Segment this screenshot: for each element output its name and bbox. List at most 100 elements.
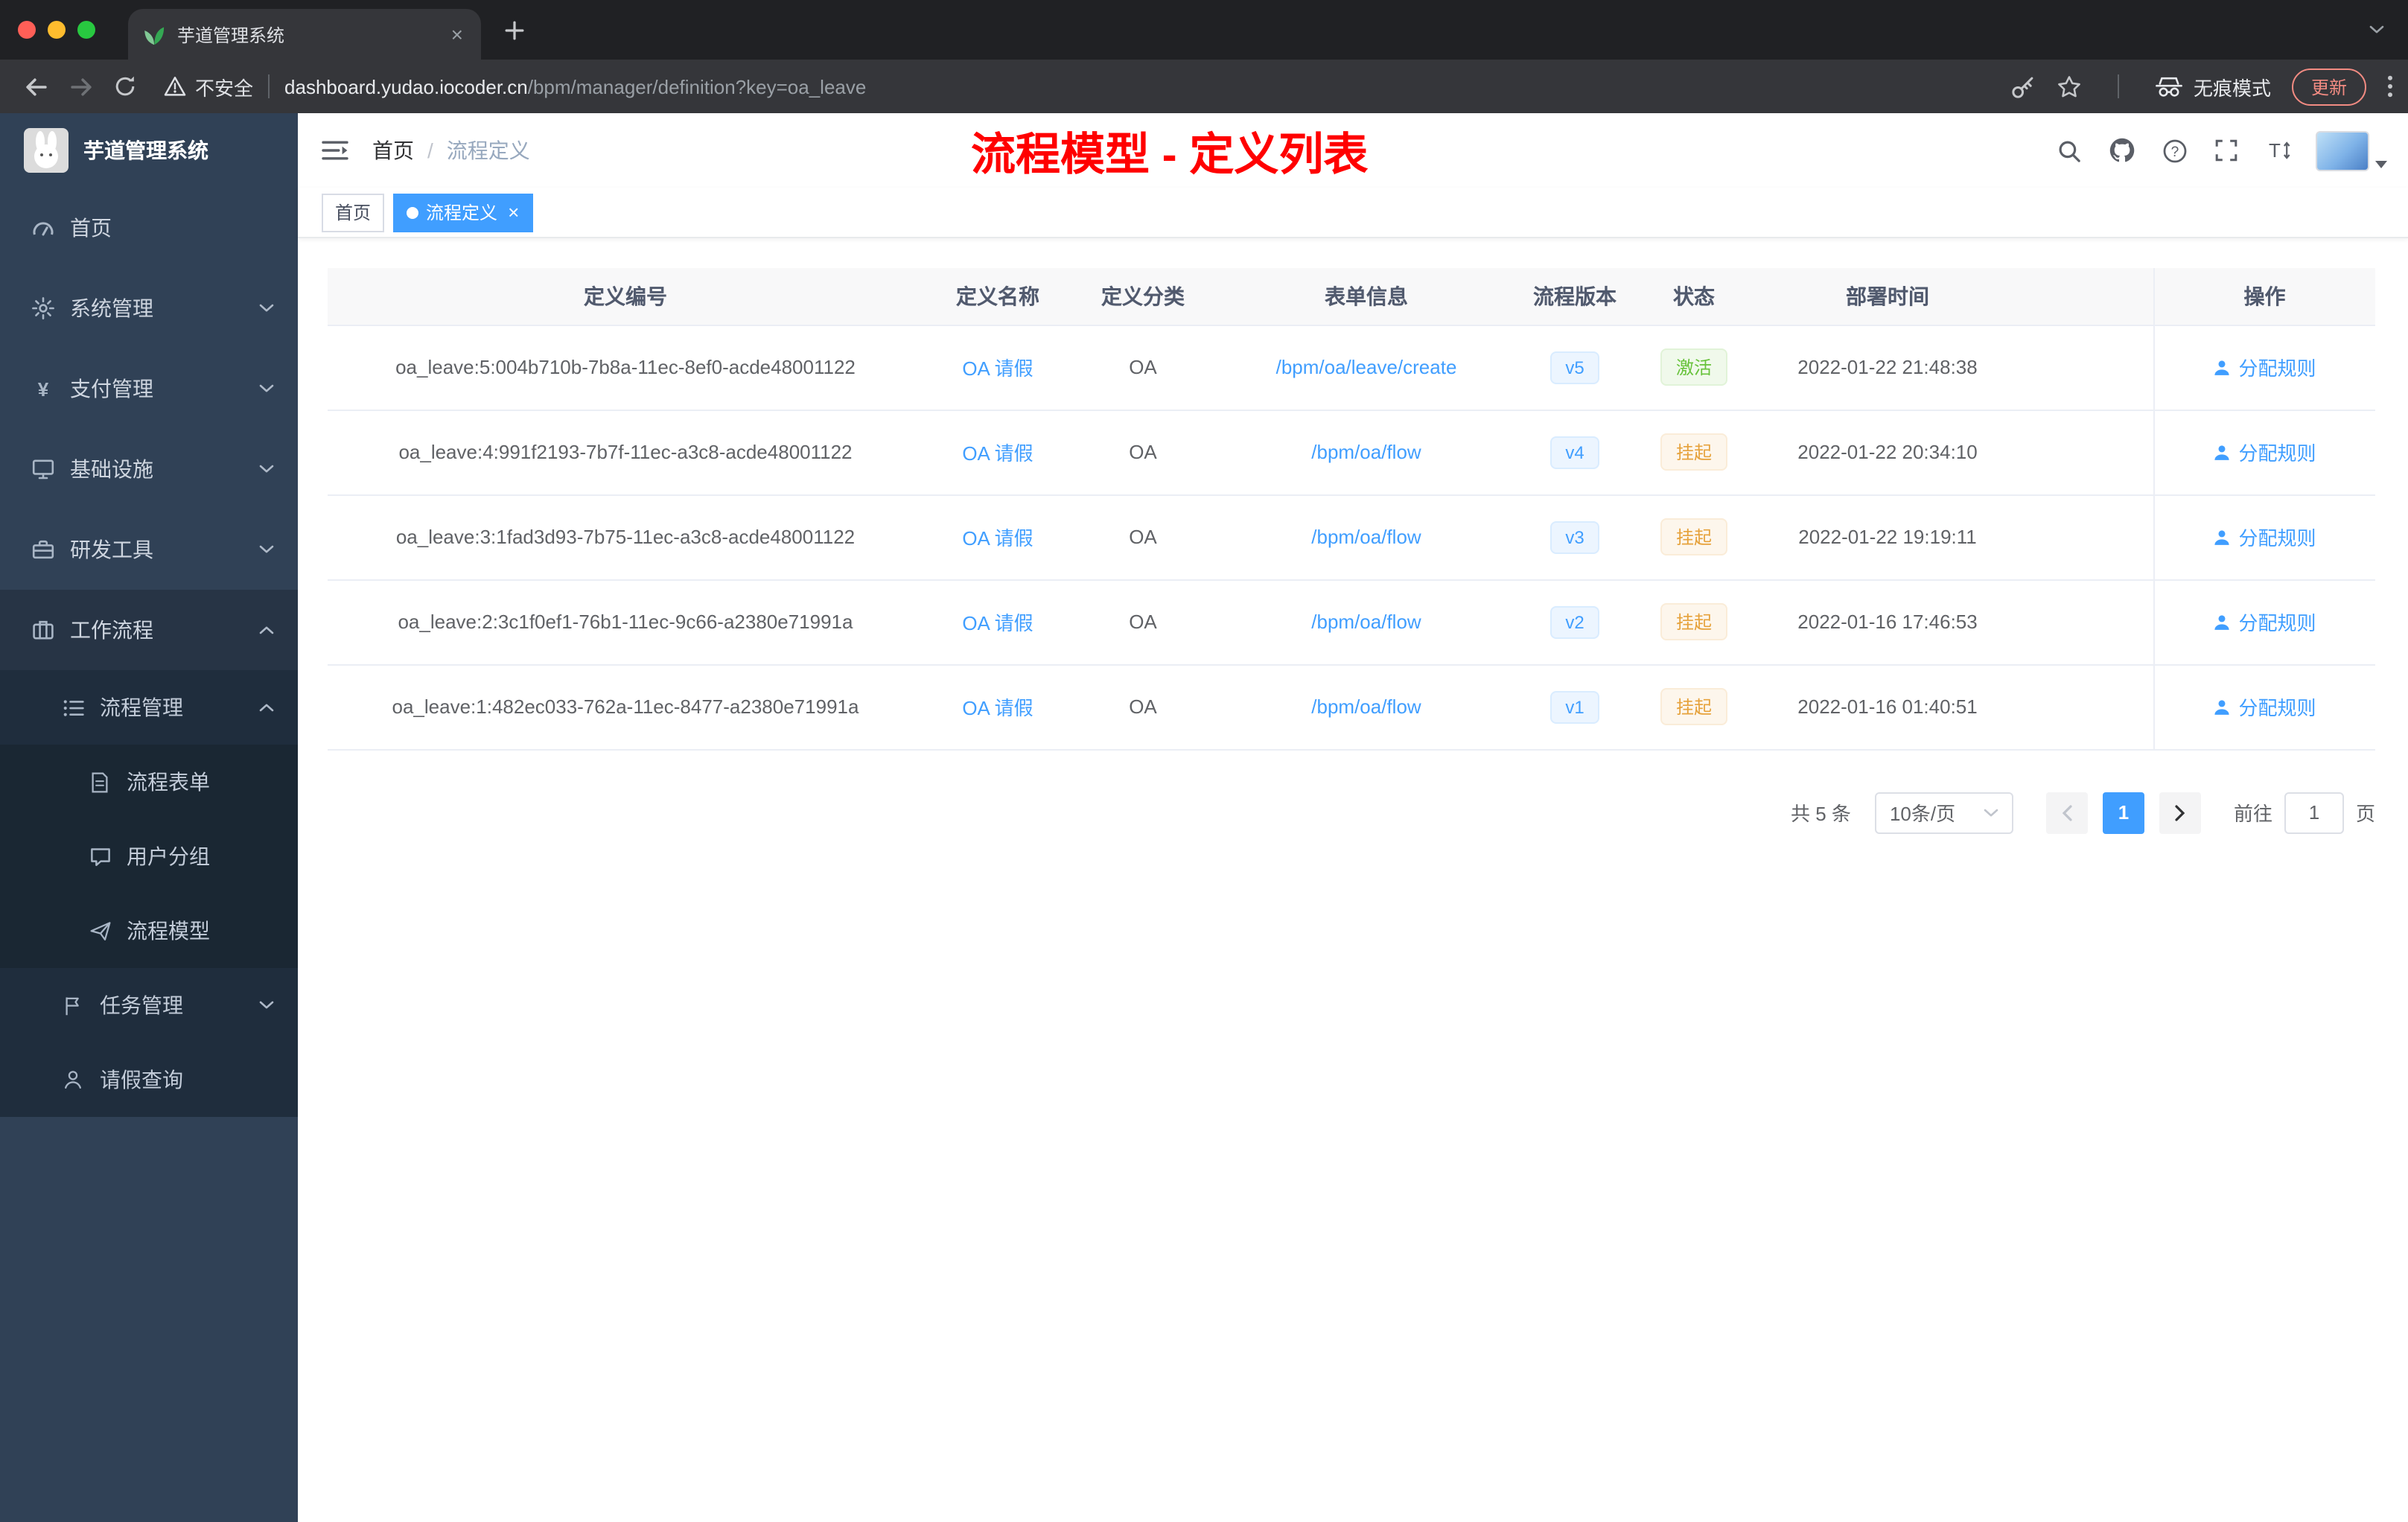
status-tag: 挂起 [1660, 433, 1727, 471]
fontsize-icon[interactable]: T [2265, 138, 2292, 162]
sidebar-item-task-management[interactable]: 任务管理 [0, 968, 298, 1042]
assign-rule-label: 分配规则 [2238, 527, 2316, 550]
minimize-window-button[interactable] [48, 21, 66, 39]
sidebar-item-process-model[interactable]: 流程模型 [0, 894, 298, 968]
sidebar-item-label: 任务管理 [100, 993, 183, 1017]
sidebar-item-label: 流程模型 [127, 919, 210, 943]
forward-button[interactable] [60, 66, 101, 107]
browser-tabstrip: 芋道管理系统 × [0, 0, 2408, 60]
breadcrumb-home[interactable]: 首页 [372, 136, 414, 165]
page-size-value: 10条/页 [1889, 803, 1956, 825]
pagination-total: 共 5 条 [1791, 803, 1851, 825]
form-link[interactable]: /bpm/oa/flow [1311, 611, 1421, 633]
definition-name-link[interactable]: OA 请假 [962, 697, 1033, 719]
sidebar-item-user-group[interactable]: 用户分组 [0, 819, 298, 894]
browser-navbar: 不安全 dashboard.yudao.iocoder.cn/bpm/manag… [0, 60, 2408, 113]
sidebar-item-process-form[interactable]: 流程表单 [0, 745, 298, 819]
form-link[interactable]: /bpm/oa/flow [1311, 526, 1421, 548]
chevron-down-icon [259, 304, 274, 313]
table-filler-cell [2018, 579, 2153, 665]
github-icon[interactable] [2109, 137, 2135, 164]
form-link[interactable]: /bpm/oa/flow [1311, 441, 1421, 463]
tab-close-icon[interactable]: × [448, 22, 466, 46]
version-tag: v5 [1550, 351, 1599, 383]
divider [268, 74, 270, 98]
user-avatar[interactable] [2316, 130, 2387, 171]
prev-page-button[interactable] [2045, 792, 2088, 833]
assign-rule-link[interactable]: 分配规则 [2213, 438, 2316, 466]
sidebar-item-dev-tools[interactable]: 研发工具 [0, 509, 298, 590]
browser-menu-icon[interactable] [2387, 74, 2393, 98]
form-link[interactable]: /bpm/oa/flow [1311, 695, 1421, 718]
page-button-1[interactable]: 1 [2102, 792, 2144, 833]
column-header: 定义名称 [923, 268, 1072, 325]
sidebar-item-infrastructure[interactable]: 基础设施 [0, 429, 298, 509]
search-icon[interactable] [2057, 138, 2082, 163]
chevron-down-icon [1984, 808, 1998, 817]
sidebar-item-label: 支付管理 [70, 377, 153, 401]
svg-text:¥: ¥ [38, 378, 49, 399]
browser-tab[interactable]: 芋道管理系统 × [128, 9, 481, 60]
svg-text:?: ? [2171, 144, 2179, 159]
definition-id: oa_leave:2:3c1f0ef1-76b1-11ec-9c66-a2380… [328, 579, 923, 665]
table-filler-cell [2018, 494, 2153, 580]
goto-page-input[interactable] [2284, 792, 2344, 833]
sidebar: 芋道管理系统 首页系统管理 ¥ 支付管理基础设施 研发工具 工作流程 流程管理 流程表单 用户… [0, 113, 298, 1522]
status-tag: 挂起 [1660, 518, 1727, 555]
update-button[interactable]: 更新 [2291, 68, 2366, 105]
back-button[interactable] [15, 66, 57, 107]
bookmark-star-icon[interactable] [2057, 74, 2082, 99]
zoom-window-button[interactable] [77, 21, 95, 39]
definition-table: 定义编号 定义名称 定义分类 表单信息 流程版本 状态 部署时间 操作 oa_leave:5:… [328, 268, 2375, 750]
reload-button[interactable] [104, 66, 146, 107]
dashboard-icon [30, 216, 57, 240]
url-path: /bpm/manager/definition?key=oa_leave [527, 75, 867, 98]
incognito-badge: 无痕模式 [2155, 72, 2271, 101]
column-header: 表单信息 [1214, 268, 1519, 325]
user-icon [2213, 358, 2231, 376]
sidebar-item-payment-management[interactable]: ¥ 支付管理 [0, 348, 298, 429]
definition-name-link[interactable]: OA 请假 [962, 527, 1033, 550]
tag-close-icon[interactable]: × [508, 203, 519, 222]
briefcase-icon [30, 618, 57, 642]
sidebar-item-leave-query[interactable]: 请假查询 [0, 1042, 298, 1117]
user-icon [2213, 443, 2231, 461]
definition-id: oa_leave:5:004b710b-7b8a-11ec-8ef0-acde4… [328, 325, 923, 410]
assign-rule-link[interactable]: 分配规则 [2213, 692, 2316, 721]
assign-rule-label: 分配规则 [2238, 442, 2316, 465]
sidebar-item-workflow[interactable]: 工作流程 [0, 590, 298, 670]
assign-rule-link[interactable]: 分配规则 [2213, 353, 2316, 381]
sidebar-item-process-management[interactable]: 流程管理 [0, 670, 298, 745]
table-row: oa_leave:3:1fad3d93-7b75-11ec-a3c8-acde4… [328, 494, 2375, 580]
address-bar[interactable]: dashboard.yudao.iocoder.cn/bpm/manager/d… [284, 75, 1993, 98]
form-link[interactable]: /bpm/oa/leave/create [1276, 356, 1457, 378]
sidebar-item-system-management[interactable]: 系统管理 [0, 268, 298, 348]
definition-name-link[interactable]: OA 请假 [962, 357, 1033, 380]
app-logo-row[interactable]: 芋道管理系统 [0, 113, 298, 188]
new-tab-button[interactable] [493, 9, 535, 51]
gear-icon [30, 296, 57, 320]
sidebar-item-home[interactable]: 首页 [0, 188, 298, 268]
view-tag-1[interactable]: 流程定义 × [393, 193, 533, 232]
fullscreen-icon[interactable] [2214, 138, 2238, 162]
close-window-button[interactable] [18, 21, 36, 39]
column-header: 状态 [1631, 268, 1757, 325]
tab-search-chevron-icon[interactable] [2369, 25, 2384, 34]
site-security-badge[interactable]: 不安全 [164, 72, 253, 101]
table-row: oa_leave:2:3c1f0ef1-76b1-11ec-9c66-a2380… [328, 579, 2375, 665]
password-key-icon[interactable] [2010, 74, 2036, 99]
definition-name-link[interactable]: OA 请假 [962, 612, 1033, 634]
definition-name-link[interactable]: OA 请假 [962, 442, 1033, 465]
assign-rule-link[interactable]: 分配规则 [2213, 523, 2316, 551]
user-icon [2213, 613, 2231, 631]
view-tag-0[interactable]: 首页 [322, 193, 385, 232]
help-icon[interactable]: ? [2162, 138, 2188, 163]
sidebar-item-label: 首页 [70, 216, 112, 240]
page-size-select[interactable]: 10条/页 [1874, 792, 2013, 833]
sidebar-toggle-button[interactable] [298, 113, 372, 188]
assign-rule-link[interactable]: 分配规则 [2213, 608, 2316, 636]
table-header-row: 定义编号 定义名称 定义分类 表单信息 流程版本 状态 部署时间 操作 [328, 268, 2375, 325]
next-page-button[interactable] [2159, 792, 2201, 833]
yen-icon: ¥ [30, 378, 57, 399]
version-tag: v2 [1550, 605, 1599, 638]
